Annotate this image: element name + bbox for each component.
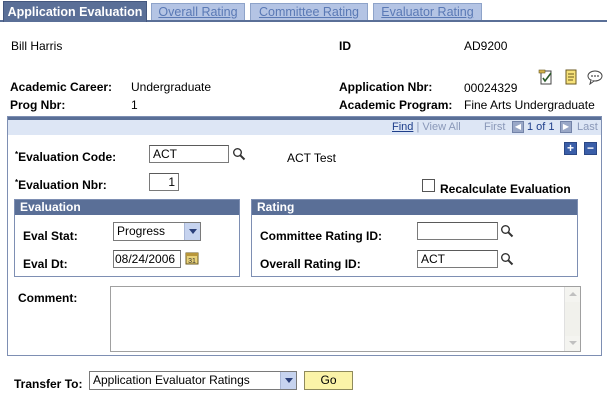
panel-nav-bar: Find | View All First ◀ 1 of 1 ▶ Last (8, 120, 601, 135)
prog-nbr-label: Prog Nbr: (10, 98, 66, 112)
lookup-icon[interactable] (500, 224, 514, 238)
go-button[interactable]: Go (304, 371, 353, 390)
tab-application-evaluation[interactable]: Application Evaluation (3, 1, 147, 22)
evaluation-nbr-label: *Evaluation Nbr: (15, 178, 107, 192)
notepad-check-icon[interactable] (538, 69, 554, 85)
overall-rating-id-input[interactable]: ACT (417, 250, 498, 268)
eval-stat-value: Progress (117, 224, 166, 238)
comment-label: Comment: (18, 291, 78, 305)
notes-icon[interactable] (563, 69, 579, 85)
evaluation-group-title: Evaluation (15, 200, 239, 215)
find-link[interactable]: Find (392, 121, 413, 133)
eval-stat-label: Eval Stat: (23, 229, 78, 243)
evaluation-code-description: ACT Test (287, 151, 336, 165)
view-all-link[interactable]: View All (422, 121, 460, 133)
chevron-down-icon[interactable] (280, 372, 296, 389)
tab-bar: Application Evaluation Overall Rating Co… (0, 0, 607, 22)
scroll-down-icon[interactable] (565, 336, 580, 351)
academic-program-label: Academic Program: (339, 98, 453, 112)
rating-group-title: Rating (252, 200, 577, 215)
comment-bubble-icon[interactable] (587, 69, 603, 85)
lookup-icon[interactable] (500, 252, 514, 266)
evaluation-code-input[interactable]: ACT (149, 145, 229, 163)
prog-nbr-value: 1 (131, 98, 138, 112)
transfer-to-value: Application Evaluator Ratings (93, 373, 250, 387)
lookup-icon[interactable] (232, 147, 246, 161)
academic-program-value: Fine Arts Undergraduate (464, 98, 595, 112)
calendar-icon[interactable]: 31 (185, 251, 199, 265)
tab-evaluator-rating[interactable]: Evaluator Rating (373, 3, 482, 20)
overall-rating-id-label: Overall Rating ID: (260, 257, 361, 271)
recalculate-label: Recalculate Evaluation (440, 182, 571, 196)
eval-dt-label: Eval Dt: (23, 257, 68, 271)
tab-committee-rating[interactable]: Committee Rating (250, 3, 368, 20)
evaluation-nbr-input[interactable]: 1 (149, 173, 179, 191)
delete-row-button[interactable]: − (584, 142, 597, 155)
academic-career-value: Undergraduate (131, 80, 212, 94)
committee-rating-id-label: Committee Rating ID: (260, 229, 383, 243)
comment-textarea[interactable] (110, 286, 581, 352)
add-row-button[interactable]: + (564, 142, 577, 155)
id-value: AD9200 (464, 39, 508, 53)
transfer-to-dropdown[interactable]: Application Evaluator Ratings (89, 371, 297, 390)
chevron-down-icon[interactable] (184, 223, 200, 240)
evaluation-code-label: *Evaluation Code: (15, 150, 117, 164)
last-label[interactable]: Last (577, 120, 598, 135)
applicant-name: Bill Harris (11, 39, 63, 53)
scroll-up-icon[interactable] (565, 287, 580, 302)
committee-rating-id-input[interactable] (417, 222, 498, 240)
comment-scrollbar[interactable] (564, 287, 580, 351)
next-arrow-icon[interactable]: ▶ (560, 121, 572, 133)
id-label: ID (339, 39, 351, 53)
svg-text:31: 31 (188, 258, 196, 265)
recalculate-checkbox[interactable] (422, 179, 435, 192)
nav-find-group: Find | View All (392, 120, 461, 135)
nav-separator: | (416, 121, 420, 133)
eval-dt-input[interactable]: 08/24/2006 (113, 250, 181, 268)
academic-career-label: Academic Career: (10, 80, 113, 94)
page-info: 1 of 1 (527, 121, 555, 133)
tab-overall-rating[interactable]: Overall Rating (151, 3, 245, 20)
eval-stat-dropdown[interactable]: Progress (113, 222, 201, 241)
application-nbr-label: Application Nbr: (339, 80, 433, 94)
application-nbr-value: 00024329 (464, 81, 518, 95)
transfer-to-label: Transfer To: (14, 377, 83, 391)
first-label[interactable]: First (484, 120, 505, 135)
previous-arrow-icon[interactable]: ◀ (512, 121, 524, 133)
